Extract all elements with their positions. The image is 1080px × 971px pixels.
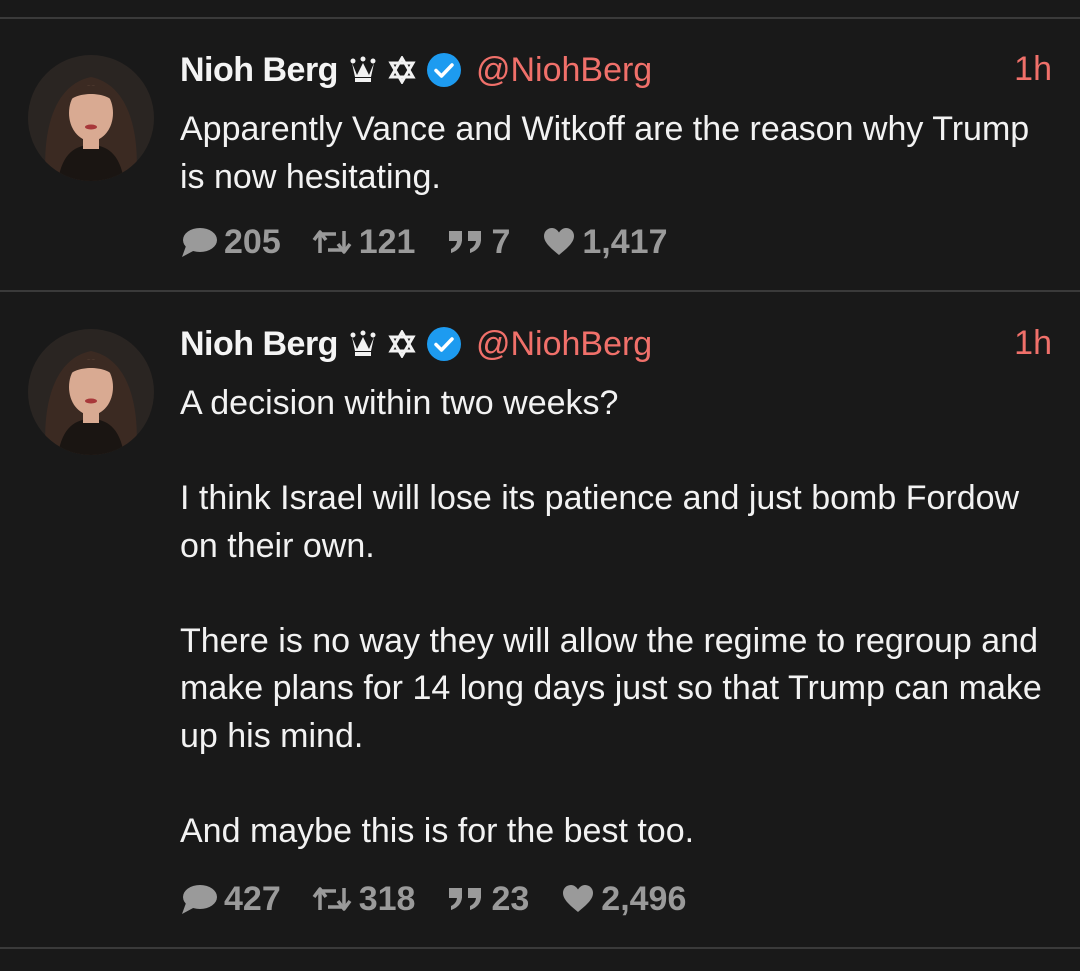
quote-count: 23 [491, 879, 530, 918]
tweet-paragraph: There is no way they will allow the regi… [180, 621, 1042, 755]
tweet-paragraph: I think Israel will lose its patience an… [180, 479, 1020, 565]
like-count: 2,496 [601, 879, 687, 918]
tweet-header: Nioh Berg @NiohBerg [180, 322, 652, 366]
tweet-paragraph: And maybe this is for the best too. [180, 811, 695, 850]
verified-check-icon [426, 326, 462, 362]
bottom-divider [0, 947, 1080, 949]
avatar[interactable] [28, 329, 154, 455]
tweet-paragraph: A decision within two weeks? [180, 384, 619, 422]
reply-button[interactable]: 427 [180, 880, 281, 919]
quote-icon [449, 888, 482, 910]
retweet-icon [312, 887, 352, 911]
retweet-button[interactable]: 318 [311, 879, 416, 919]
like-button[interactable]: 2,496 [561, 880, 686, 919]
star-of-david-icon [388, 330, 416, 358]
retweet-count: 318 [358, 879, 416, 918]
tweet-text: A decision within two weeks? I think Isr… [180, 380, 1050, 855]
tweet[interactable]: Nioh Berg @NiohBerg 1h A decision within… [0, 0, 1080, 947]
heart-icon [563, 885, 594, 912]
quote-button[interactable]: 23 [447, 880, 529, 919]
speech-bubble-icon [182, 885, 217, 914]
reply-count: 427 [224, 879, 281, 918]
author-handle[interactable]: @NiohBerg [476, 325, 652, 364]
author-name[interactable]: Nioh Berg [180, 325, 338, 364]
tweet-timestamp[interactable]: 1h [1014, 324, 1052, 363]
tweet-actions: 427 318 23 2,496 [180, 879, 686, 919]
crown-icon [348, 329, 378, 359]
